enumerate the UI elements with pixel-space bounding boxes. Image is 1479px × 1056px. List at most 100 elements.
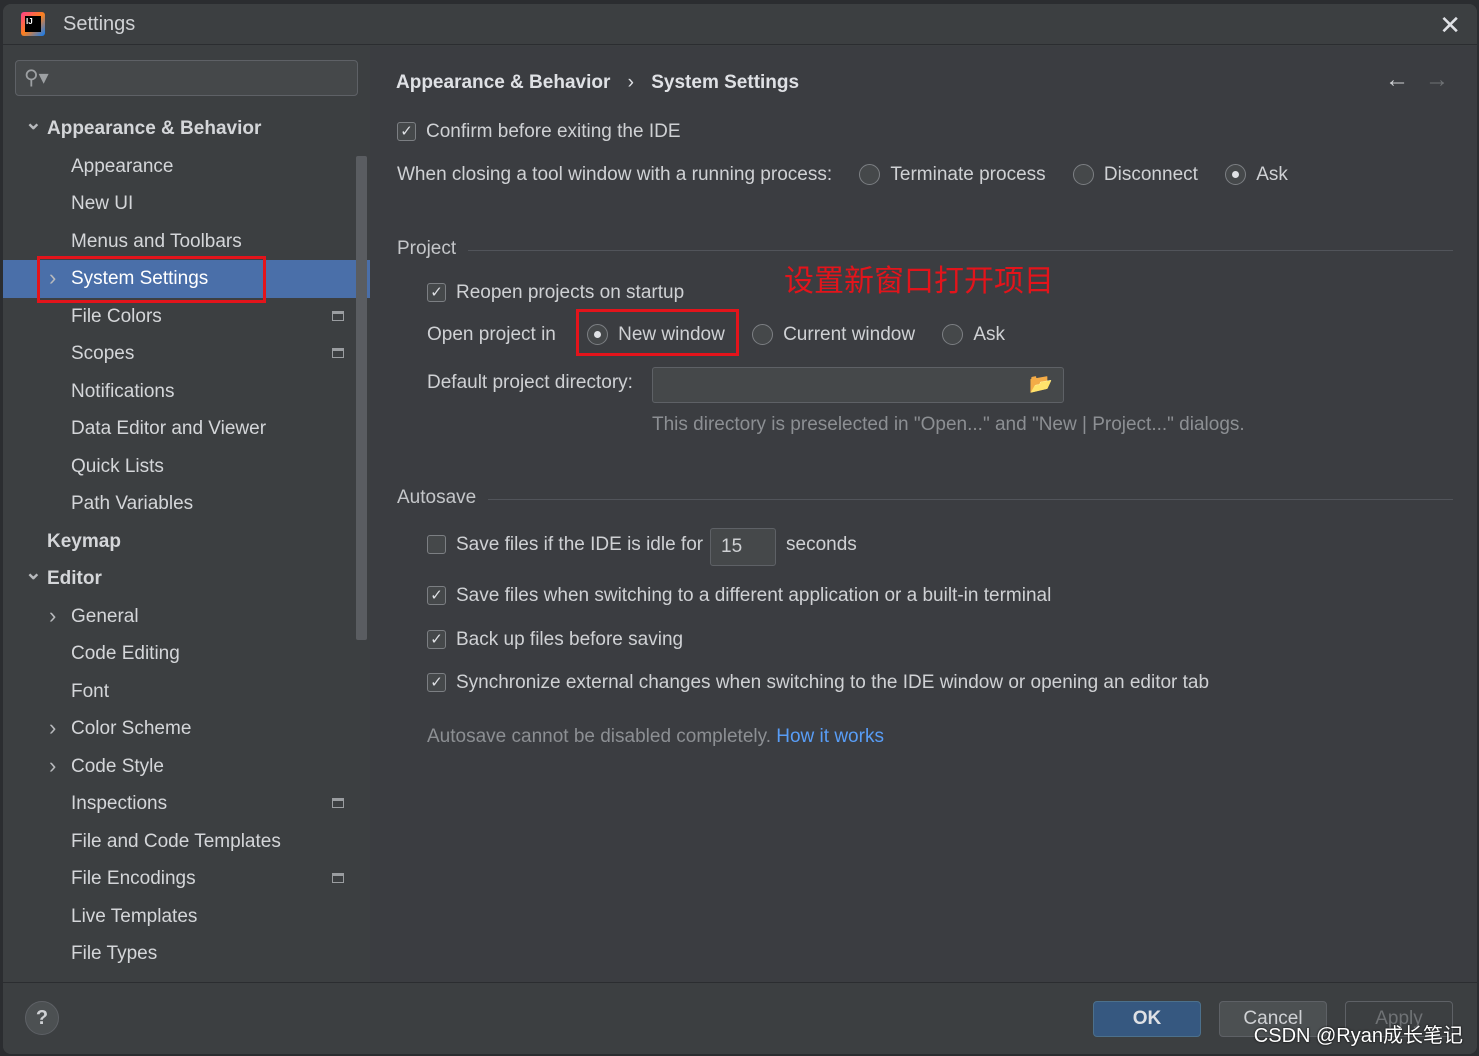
chevron-down-icon[interactable]: ⌄: [25, 555, 42, 593]
title-bar: IJ Settings ✕: [3, 4, 1477, 45]
sidebar-item-system-settings[interactable]: › System Settings: [3, 260, 370, 298]
sidebar-item-label: Menus and Toolbars: [71, 230, 242, 252]
sidebar-item-label: Font: [71, 680, 110, 702]
sidebar-item-appearance-behavior[interactable]: ⌄ Appearance & Behavior: [3, 110, 370, 148]
close-icon[interactable]: ✕: [1439, 10, 1461, 41]
radio-label: Disconnect: [1103, 164, 1198, 185]
default-dir-label: Default project directory:: [427, 372, 633, 393]
sidebar-item-data-editor-and-viewer[interactable]: Data Editor and Viewer: [3, 410, 370, 448]
chevron-down-icon[interactable]: ⌄: [25, 105, 42, 143]
radio-disconnect[interactable]: Disconnect: [1072, 164, 1198, 186]
help-button[interactable]: ?: [25, 1001, 59, 1035]
default-dir-input[interactable]: 📂: [652, 367, 1064, 403]
sidebar-item-label: File Colors: [71, 305, 162, 327]
reopen-projects-checkbox[interactable]: ✓ Reopen projects on startup: [427, 282, 684, 304]
radio-current-window[interactable]: Current window: [752, 324, 915, 346]
sidebar-item-label: Code Style: [71, 755, 164, 777]
folder-icon[interactable]: 📂: [1029, 372, 1053, 396]
ok-button[interactable]: OK: [1093, 1001, 1201, 1037]
sidebar-item-color-scheme[interactable]: › Color Scheme: [3, 710, 370, 748]
sidebar-item-quick-lists[interactable]: Quick Lists: [3, 448, 370, 486]
radio-new-window[interactable]: New window: [587, 324, 725, 346]
sync-checkbox[interactable]: ✓ Synchronize external changes when switc…: [427, 672, 1209, 694]
sidebar-item-label: Quick Lists: [71, 455, 164, 477]
annotation-text: 设置新窗口打开项目: [784, 265, 1054, 298]
idle-save-checkbox[interactable]: Save files if the IDE is idle for: [427, 534, 703, 555]
open-in-label: Open project in: [427, 324, 556, 345]
sidebar-item-label: Inspections: [71, 793, 168, 814]
sidebar-item-label: Data Editor and Viewer: [71, 418, 267, 439]
forward-arrow-icon[interactable]: →: [1425, 66, 1449, 94]
sidebar-item-label: Color Scheme: [71, 718, 192, 739]
sidebar-item-menus-and-toolbars[interactable]: Menus and Toolbars: [3, 223, 370, 261]
checkbox[interactable]: ✓: [427, 673, 446, 693]
breadcrumb-current: System Settings: [651, 72, 800, 93]
search-icon: ⚲▾: [24, 67, 49, 89]
closing-process-row: When closing a tool window with a runnin…: [397, 164, 1288, 186]
sidebar-item-code-editing[interactable]: Code Editing: [3, 635, 370, 673]
checkbox-label: Reopen projects on startup: [456, 282, 685, 303]
checkbox-label: Save files if the IDE is idle for: [456, 534, 704, 555]
project-level-icon: [332, 873, 344, 883]
sidebar-item-label: Code Editing: [71, 643, 180, 664]
checkbox-label: Synchronize external changes when switch…: [456, 672, 1210, 693]
chevron-right-icon[interactable]: ›: [49, 259, 56, 297]
sidebar-item-label: General: [71, 605, 139, 627]
sidebar-item-label: New UI: [71, 193, 134, 214]
watermark: CSDN @Ryan成长笔记: [1253, 1025, 1463, 1047]
chevron-right-icon[interactable]: ›: [49, 709, 56, 747]
main-panel: Appearance & Behavior › System Settings …: [370, 46, 1477, 982]
sidebar-item-label: File Types: [71, 943, 158, 964]
radio-label: New window: [618, 324, 725, 345]
save-on-switch-checkbox[interactable]: ✓ Save files when switching to a differen…: [427, 585, 1051, 607]
sidebar-item-notifications[interactable]: Notifications: [3, 373, 370, 411]
sidebar-item-file-types[interactable]: File Types: [3, 935, 370, 973]
sidebar-item-file-colors[interactable]: File Colors: [3, 298, 370, 336]
sidebar-item-code-style[interactable]: › Code Style: [3, 748, 370, 786]
sidebar-item-label: System Settings: [71, 268, 209, 289]
sidebar-item-file-encodings[interactable]: File Encodings: [3, 860, 370, 898]
sidebar-item-font[interactable]: Font: [3, 673, 370, 711]
idle-seconds-input[interactable]: 15: [710, 528, 776, 566]
sidebar-scrollbar[interactable]: [356, 156, 367, 640]
sidebar-item-editor[interactable]: ⌄ Editor: [3, 560, 370, 598]
intellij-logo-icon: IJ: [21, 12, 45, 36]
sidebar-item-keymap[interactable]: Keymap: [3, 523, 370, 561]
radio-label: Ask: [1256, 164, 1288, 185]
confirm-exit-checkbox[interactable]: ✓ Confirm before exiting the IDE: [397, 121, 681, 143]
radio-ask[interactable]: Ask: [1225, 164, 1288, 186]
radio-terminate[interactable]: Terminate process: [859, 164, 1046, 186]
checkbox[interactable]: ✓: [427, 586, 446, 606]
divider: [488, 499, 1453, 500]
sidebar-item-new-ui[interactable]: New UI: [3, 185, 370, 223]
sidebar-item-general[interactable]: › General: [3, 598, 370, 636]
sidebar: ⚲▾ ⌄ Appearance & Behavior Appearance New U…: [3, 46, 370, 982]
sidebar-item-scopes[interactable]: Scopes: [3, 335, 370, 373]
checkbox-label: Confirm before exiting the IDE: [426, 121, 681, 142]
divider: [468, 250, 1453, 251]
sidebar-item-file-and-code-templates[interactable]: File and Code Templates: [3, 823, 370, 861]
checkbox[interactable]: ✓: [397, 122, 416, 142]
settings-dialog: IJ Settings ✕ ⚲▾ ⌄ Appearance & Behavior A…: [3, 4, 1477, 1054]
chevron-right-icon[interactable]: ›: [49, 597, 56, 635]
backup-checkbox[interactable]: ✓ Back up files before saving: [427, 629, 683, 651]
sidebar-item-label: File Encodings: [71, 868, 196, 889]
back-arrow-icon[interactable]: ←: [1385, 66, 1409, 94]
how-it-works-link[interactable]: How it works: [776, 726, 884, 747]
checkbox[interactable]: ✓: [427, 283, 446, 303]
sidebar-item-appearance[interactable]: Appearance: [3, 148, 370, 186]
breadcrumb-parent[interactable]: Appearance & Behavior: [396, 72, 610, 93]
checkbox[interactable]: ✓: [427, 630, 446, 650]
settings-tree: ⌄ Appearance & Behavior Appearance New UI Me…: [3, 110, 370, 973]
chevron-right-icon[interactable]: ›: [49, 747, 56, 785]
checkbox[interactable]: [427, 535, 446, 555]
sidebar-item-label: Editor: [47, 568, 102, 589]
search-input[interactable]: ⚲▾: [15, 60, 358, 96]
note-text: Autosave cannot be disabled completely.: [427, 726, 771, 747]
sidebar-item-label: Appearance: [71, 155, 174, 177]
window-title: Settings: [63, 13, 136, 35]
sidebar-item-path-variables[interactable]: Path Variables: [3, 485, 370, 523]
radio-ask[interactable]: Ask: [942, 324, 1005, 346]
sidebar-item-live-templates[interactable]: Live Templates: [3, 898, 370, 936]
sidebar-item-inspections[interactable]: Inspections: [3, 785, 370, 823]
